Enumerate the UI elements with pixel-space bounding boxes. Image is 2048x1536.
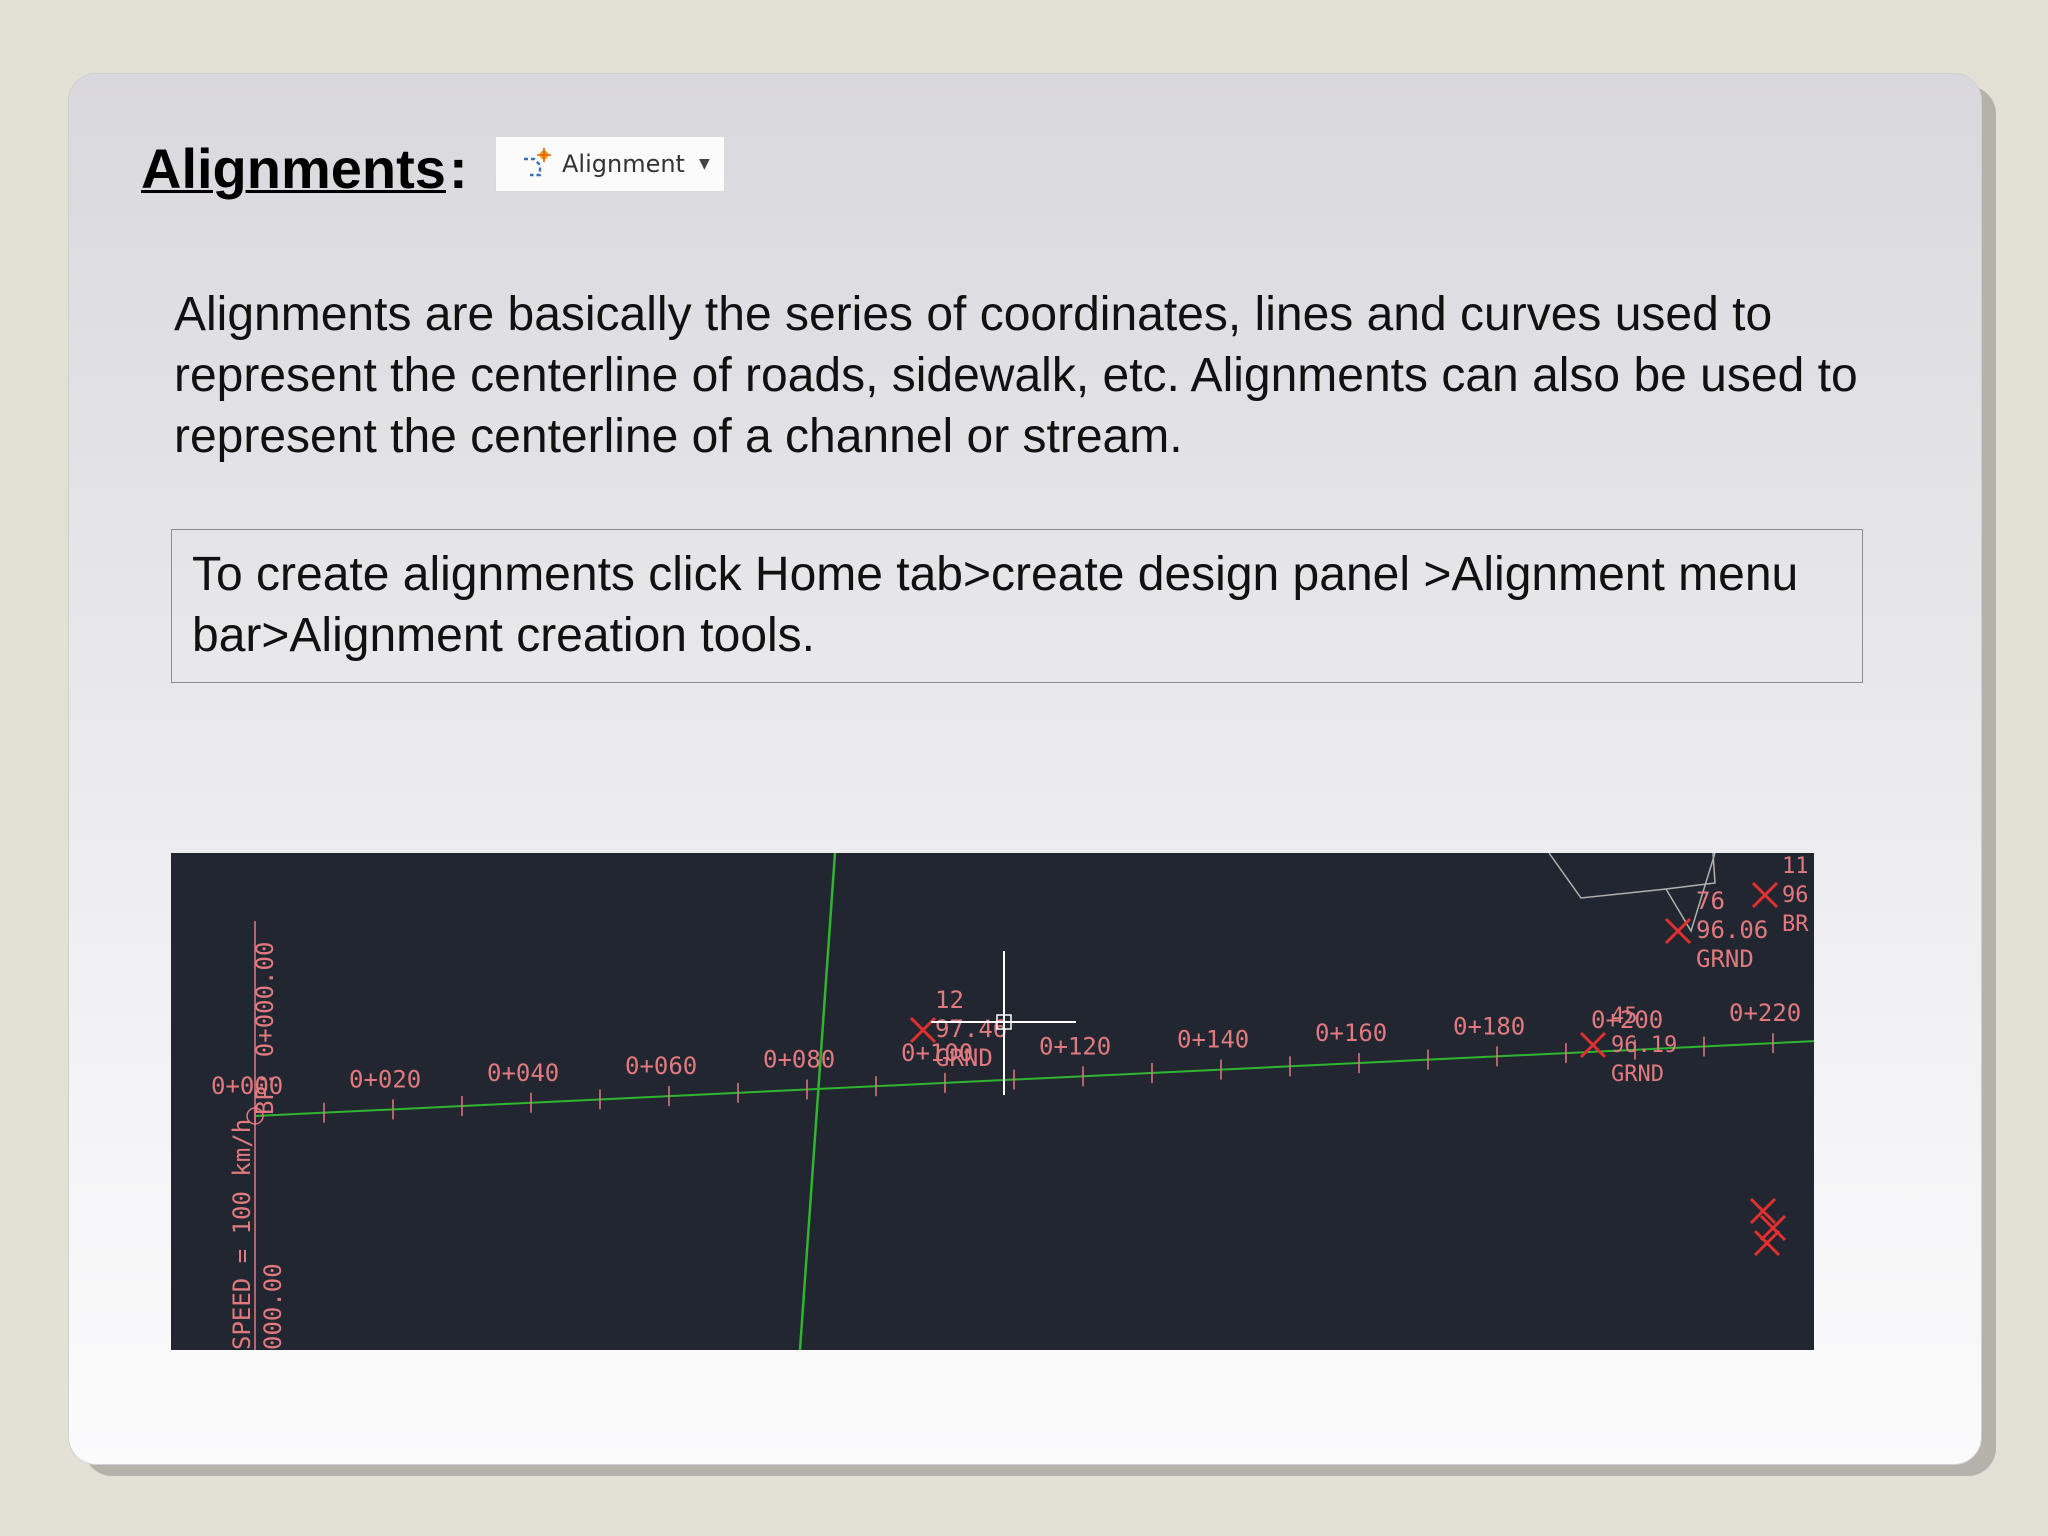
slide: Alignments : Alignment ▼ Alignments are … [68, 73, 1982, 1465]
station-label: 0+040 [487, 1059, 559, 1087]
station-label: 0+060 [625, 1052, 697, 1080]
description-paragraph: Alignments are basically the series of c… [174, 288, 1858, 463]
station-label: 0+160 [1315, 1019, 1387, 1047]
cad-viewport[interactable]: 0+000 0+020 0+040 0+060 0+080 0+100 0+120 0+140… [171, 853, 1814, 1350]
station-label: 0+180 [1453, 1012, 1525, 1040]
survey-point-label: 76 [1696, 887, 1725, 915]
survey-point-label: BR [1782, 912, 1809, 937]
alignment-ribbon-button[interactable]: Alignment ▼ [495, 136, 725, 192]
survey-point-label: 96 [1782, 883, 1809, 908]
survey-point-marker [1751, 881, 1779, 909]
survey-point-label: GRND [1696, 945, 1754, 973]
survey-point-label: GRND [935, 1044, 993, 1072]
station-label: 0+220 [1729, 999, 1801, 1027]
survey-point-label: 11 [1782, 854, 1809, 879]
alignment-button-label: Alignment [562, 150, 685, 178]
station-label: 0+080 [763, 1046, 835, 1074]
title-colon: : [449, 137, 468, 200]
alignment-tool-icon [520, 147, 554, 181]
chevron-down-icon[interactable]: ▼ [699, 156, 710, 172]
crossing-green-line [798, 853, 837, 1350]
survey-point-label: 45 [1611, 1004, 1638, 1029]
survey-point-marker [1579, 1031, 1607, 1059]
instruction-box: To create alignments click Home tab>crea… [171, 529, 1863, 683]
survey-point-marker [1664, 917, 1692, 945]
survey-point-label: GRND [1611, 1062, 1664, 1087]
grey-boundary-line [1548, 853, 1716, 899]
station-label: 0+020 [349, 1065, 421, 1093]
survey-point-label: 12 [935, 986, 964, 1014]
design-speed-label: SPEED = 100 km/h [228, 1119, 256, 1350]
survey-point-label: 96.19 [1611, 1033, 1677, 1058]
alignment-centerline[interactable]: 0+000 0+020 0+040 0+060 0+080 0+100 0+120 0+140… [211, 999, 1814, 1126]
station-label: 0+120 [1039, 1032, 1111, 1060]
slide-title: Alignments [141, 137, 446, 200]
survey-point-label: 96.06 [1696, 916, 1768, 944]
station-label: 0+140 [1177, 1026, 1249, 1054]
begin-point-label: BP: 0+000.00 [251, 942, 279, 1115]
begin-point-labels: BP: 0+000.00 SPEED = 100 km/h 000.00 [228, 942, 287, 1350]
elevation-label: 000.00 [259, 1263, 287, 1350]
crosshair-cursor-icon [931, 951, 1076, 1095]
